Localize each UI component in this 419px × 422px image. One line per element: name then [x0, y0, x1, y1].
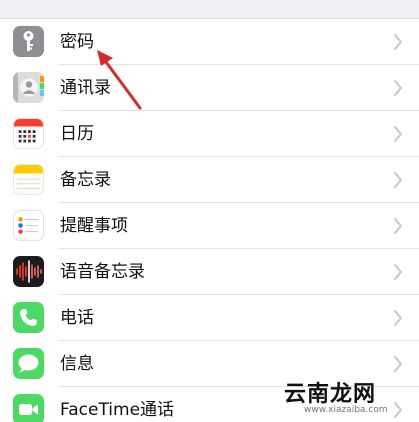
- settings-row-label: 电话: [60, 308, 94, 328]
- settings-row-label: 通讯录: [60, 78, 111, 98]
- settings-row-calendar[interactable]: 日历: [0, 111, 419, 157]
- key-icon: [13, 26, 44, 57]
- settings-row-contacts[interactable]: 通讯录: [0, 65, 419, 111]
- settings-row-voice-memos[interactable]: 语音备忘录: [0, 249, 419, 295]
- settings-row-label: 备忘录: [60, 170, 111, 190]
- settings-row-label: 信息: [60, 354, 94, 374]
- settings-row-messages[interactable]: 信息: [0, 341, 419, 387]
- settings-row-label: 提醒事项: [60, 216, 128, 236]
- settings-row-label: 密码: [60, 32, 94, 52]
- contacts-icon: [13, 72, 44, 103]
- chevron-right-icon: [394, 172, 402, 188]
- voice-memos-icon: [13, 256, 44, 287]
- calendar-icon: [13, 118, 44, 149]
- settings-list: 密码 通讯录 日历 备忘录 提醒事项 语音备忘录 电话 信息 FaceTime通…: [0, 19, 419, 422]
- chevron-right-icon: [394, 310, 402, 326]
- chevron-right-icon: [394, 218, 402, 234]
- settings-row-notes[interactable]: 备忘录: [0, 157, 419, 203]
- notes-icon: [13, 164, 44, 195]
- chevron-right-icon: [394, 126, 402, 142]
- chevron-right-icon: [394, 34, 402, 50]
- settings-row-label: 语音备忘录: [60, 262, 145, 282]
- phone-icon: [13, 302, 44, 333]
- facetime-icon: [13, 394, 44, 422]
- chevron-right-icon: [394, 356, 402, 372]
- settings-row-label: 日历: [60, 124, 94, 144]
- section-gap: [0, 0, 419, 19]
- settings-row-passwords[interactable]: 密码: [0, 19, 419, 65]
- settings-row-reminders[interactable]: 提醒事项: [0, 203, 419, 249]
- settings-row-facetime[interactable]: FaceTime通话: [0, 387, 419, 422]
- settings-row-phone[interactable]: 电话: [0, 295, 419, 341]
- reminders-icon: [13, 210, 44, 241]
- chevron-right-icon: [394, 80, 402, 96]
- settings-screen: 密码 通讯录 日历 备忘录 提醒事项 语音备忘录 电话 信息 FaceTime通…: [0, 0, 419, 422]
- messages-icon: [13, 348, 44, 379]
- chevron-right-icon: [394, 402, 402, 418]
- settings-row-label: FaceTime通话: [60, 400, 175, 420]
- chevron-right-icon: [394, 264, 402, 280]
